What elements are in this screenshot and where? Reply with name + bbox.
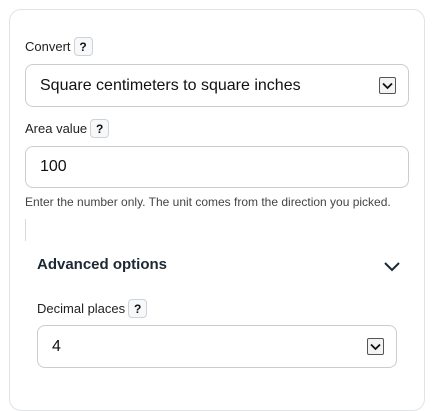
convert-label: Convert (25, 39, 71, 54)
chevron-down-icon[interactable] (383, 259, 401, 273)
advanced-options-title[interactable]: Advanced options (37, 256, 167, 273)
section-divider (25, 219, 26, 241)
decimals-label-row: Decimal places ? (37, 299, 148, 318)
decimals-help-button[interactable]: ? (128, 299, 148, 318)
convert-help-button[interactable]: ? (73, 37, 93, 56)
decimals-select[interactable]: 4 (37, 325, 397, 368)
convert-label-row: Convert ? (25, 37, 93, 56)
area-value-text: 100 (40, 158, 67, 175)
convert-select[interactable]: Square centimeters to square inches (25, 64, 409, 107)
area-value-input[interactable]: 100 (25, 146, 409, 188)
chevron-down-icon (379, 77, 396, 94)
area-hint-text: Enter the number only. The unit comes fr… (25, 195, 391, 209)
area-help-button[interactable]: ? (90, 119, 110, 138)
chevron-down-icon (367, 338, 384, 355)
area-label-row: Area value ? (25, 119, 110, 138)
decimals-label: Decimal places (37, 301, 126, 316)
convert-selected-value: Square centimeters to square inches (40, 76, 301, 94)
area-label: Area value (25, 121, 88, 136)
decimals-selected-value: 4 (52, 337, 61, 355)
